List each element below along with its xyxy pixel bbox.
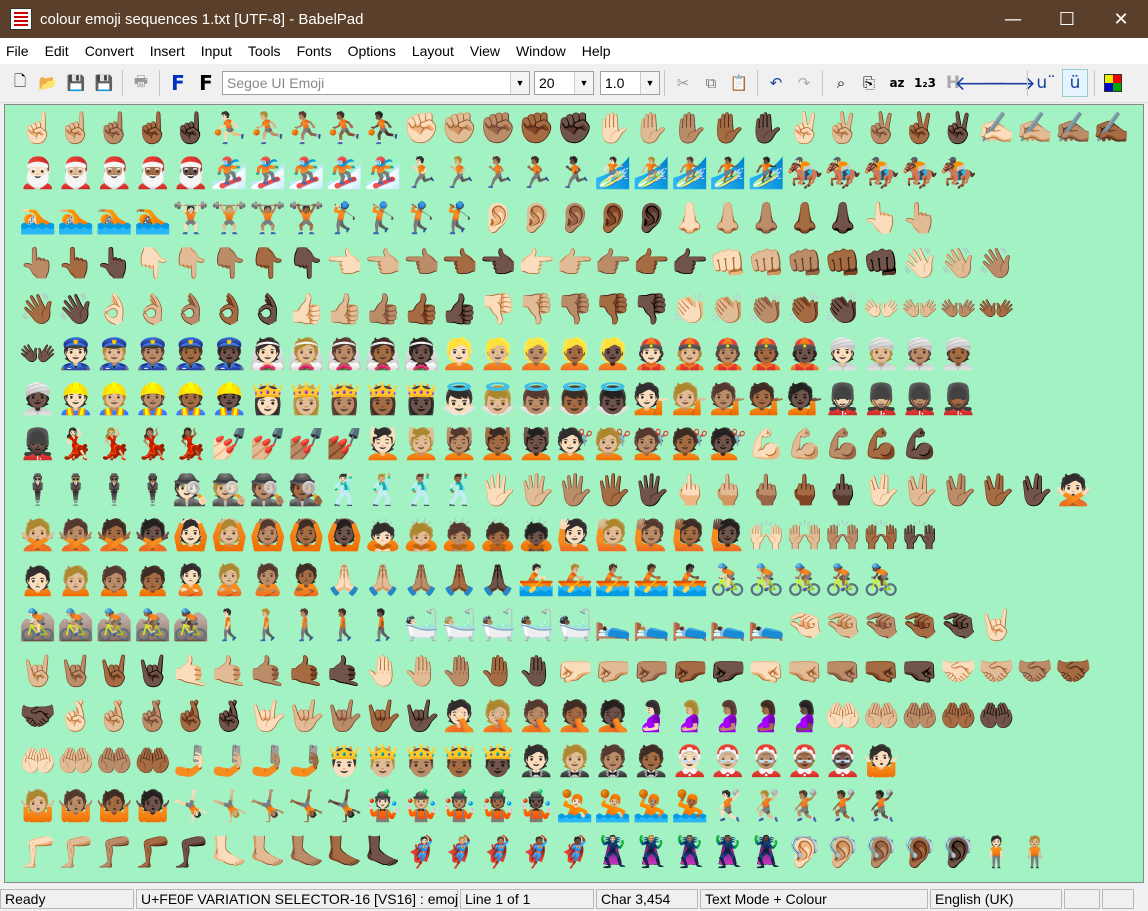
text-line: 🏊🏻🏊🏼🏊🏽🏊🏾🏋🏻🏋🏼🏋🏽🏋🏾🏌🏻🏌🏼🏌🏽🏌🏾👂🏻👂🏼👂🏽👂🏾👂🏿👃🏻👃🏼👃🏽… [19, 201, 940, 236]
status-text-mode: Text Mode + Colour [700, 889, 928, 909]
toolbar-separator [757, 70, 758, 96]
toolbar: 🗋 📂 💾 💾 🖶 F F Segoe UI Emoji ▼ 20 ▼ 1.0 … [0, 64, 1148, 103]
precomposed-u-umlaut-button[interactable]: ü [1062, 69, 1088, 97]
menu-file[interactable]: File [0, 43, 35, 59]
colour-mode-icon[interactable] [1101, 70, 1125, 96]
text-line: 👐🏿👮🏻👮🏼👮🏽👮🏾👮🏿👰🏻👰🏼👰🏽👰🏾👰🏿👱🏻👱🏼👱🏽👱🏾👱🏿👲🏻👲🏼👲🏽👲🏾… [19, 337, 978, 372]
status-line-number: Line 1 of 1 [460, 889, 594, 909]
new-file-icon[interactable]: 🗋 [8, 70, 32, 96]
babelpad-app-icon[interactable] [10, 8, 32, 30]
save-all-icon[interactable]: 💾 [92, 70, 116, 96]
window-title: colour emoji sequences 1.txt [UTF-8] - B… [40, 10, 364, 28]
combining-diaeresis-button[interactable]: u¨ [1034, 70, 1058, 96]
text-line: 🙅🏼🙅🏽🙅🏾🙅🏿🙆🏻🙆🏼🙆🏽🙆🏾🙆🏿🙇🏻🙇🏼🙇🏽🙇🏾🙇🏿🙋🏻🙋🏼🙋🏽🙋🏾🙋🏿🙌🏻… [19, 518, 940, 553]
open-folder-icon[interactable]: 📂 [36, 70, 60, 96]
menu-view[interactable]: View [464, 43, 506, 59]
font-name-select[interactable]: Segoe UI Emoji ▼ [222, 71, 530, 95]
chevron-down-icon[interactable]: ▼ [510, 72, 529, 94]
toolbar-separator [1094, 70, 1095, 96]
arrow-right-icon[interactable]: 🡒 [982, 70, 1036, 96]
title-bar: colour emoji sequences 1.txt [UTF-8] - B… [0, 0, 1148, 38]
status-extra-panel [1064, 889, 1100, 909]
status-extra-panel [1102, 889, 1134, 909]
save-icon[interactable]: 💾 [64, 70, 88, 96]
menu-input[interactable]: Input [195, 43, 238, 59]
text-line: 🙍🏻🙍🏼🙍🏽🙍🏾🙎🏻🙎🏼🙎🏽🙎🏾🙏🏻🙏🏼🙏🏽🙏🏾🙏🏿🚣🏻🚣🏼🚣🏽🚣🏾🚣🏿🚴🏻🚴🏼… [19, 563, 902, 598]
text-line: 👳🏿👷🏻👷🏼👷🏽👷🏾👷🏿👸🏻👸🏼👸🏽👸🏾👸🏿👼🏻👼🏼👼🏽👼🏾👼🏿💁🏻💁🏼💁🏽💁🏾… [19, 382, 978, 417]
text-editor-area[interactable]: ☝🏻☝🏼☝🏽☝🏾☝🏿⛹🏻⛹🏼⛹🏽⛹🏾⛹🏿✊🏻✊🏼✊🏽✊🏾✊🏿✋🏻✋🏼✋🏽✋🏾✋🏿… [4, 104, 1144, 883]
line-spacing-select[interactable]: 1.0 ▼ [600, 71, 660, 95]
status-char-position: Char 3,454 [596, 889, 698, 909]
undo-icon[interactable]: ↶ [764, 70, 788, 96]
toolbar-separator [122, 70, 123, 96]
menu-layout[interactable]: Layout [406, 43, 460, 59]
minimize-button[interactable]: — [986, 0, 1040, 38]
find-binoculars-icon[interactable]: ⌕ [829, 70, 853, 96]
toolbar-separator [822, 70, 823, 96]
chevron-down-icon[interactable]: ▼ [640, 72, 659, 94]
paste-icon[interactable]: 📋 [727, 70, 751, 96]
toolbar-separator [1027, 70, 1028, 96]
text-line: 🦵🏻🦵🏼🦵🏽🦵🏾🦵🏿🦶🏻🦶🏼🦶🏽🦶🏾🦶🏿🦸🏻🦸🏼🦸🏽🦸🏾🦸🏿🦹🏻🦹🏼🦹🏽🦹🏾🦹🏿… [19, 835, 1055, 870]
menu-insert[interactable]: Insert [144, 43, 191, 59]
text-line: 🤲🏻🤲🏼🤲🏽🤲🏾🤳🏻🤳🏼🤳🏽🤳🏾🤴🏻🤴🏼🤴🏽🤴🏾🤴🏿🤵🏻🤵🏼🤵🏽🤵🏾🤶🏻🤶🏼🤶🏽… [19, 744, 902, 779]
text-line: 💂🏿💃🏻💃🏼💃🏽💃🏾💅🏻💅🏼💅🏽💅🏾💆🏻💆🏼💆🏽💆🏾💆🏿💇🏻💇🏼💇🏽💇🏾💇🏿💪🏻… [19, 427, 940, 462]
text-line: 🎅🏻🎅🏼🎅🏽🎅🏾🎅🏿🏂🏻🏂🏼🏂🏽🏂🏾🏂🏿🏃🏻🏃🏼🏃🏽🏃🏾🏃🏿🏄🏻🏄🏼🏄🏽🏄🏾🏄🏿… [19, 156, 978, 191]
cut-icon[interactable]: ✂ [671, 70, 695, 96]
menu-options[interactable]: Options [342, 43, 402, 59]
menu-fonts[interactable]: Fonts [291, 43, 338, 59]
print-icon[interactable]: 🖶 [129, 70, 153, 96]
font-size-value: 20 [539, 75, 555, 91]
toolbar-separator [159, 70, 160, 96]
status-bar: Ready U+FE0F VARIATION SELECTOR-16 [VS16… [0, 887, 1148, 911]
menu-edit[interactable]: Edit [39, 43, 75, 59]
status-ready: Ready [0, 889, 134, 909]
close-button[interactable]: ✕ [1094, 0, 1148, 38]
text-line: 🤘🏼🤘🏽🤘🏾🤘🏿🤙🏻🤙🏼🤙🏽🤙🏾🤙🏿🤚🏻🤚🏼🤚🏽🤚🏾🤚🏿🤛🏻🤛🏼🤛🏽🤛🏾🤛🏿🤜🏻… [19, 654, 1093, 689]
text-line: 🕴🏻🕴🏼🕴🏽🕴🏾🕵🏻🕵🏼🕵🏽🕵🏾🕺🏻🕺🏼🕺🏽🕺🏾🖐🏻🖐🏼🖐🏽🖐🏾🖐🏿🖕🏻🖕🏼🖕🏽… [19, 473, 1093, 508]
text-line: ☝🏻☝🏼☝🏽☝🏾☝🏿⛹🏻⛹🏼⛹🏽⛹🏾⛹🏿✊🏻✊🏼✊🏽✊🏾✊🏿✋🏻✋🏼✋🏽✋🏾✋🏿… [19, 111, 1129, 146]
menu-bar: File Edit Convert Insert Input Tools Fon… [0, 38, 1148, 64]
text-line: 🚵🏻🚵🏼🚵🏽🚵🏾🚵🏿🚶🏻🚶🏼🚶🏽🚶🏾🚶🏿🛀🏻🛀🏼🛀🏽🛀🏾🛀🏿🛌🏻🛌🏼🛌🏽🛌🏾🛌🏿… [19, 608, 1017, 643]
font-size-select[interactable]: 20 ▼ [534, 71, 594, 95]
toolbar-separator [664, 70, 665, 96]
line-spacing-value: 1.0 [605, 75, 625, 91]
text-line: 👆🏽👆🏾👆🏿👇🏻👇🏼👇🏽👇🏾👇🏿👈🏻👈🏼👈🏽👈🏾👈🏿👉🏻👉🏼👉🏽👉🏾👉🏿👊🏻👊🏼… [19, 246, 1017, 281]
sort-az-button[interactable]: az [885, 70, 909, 96]
font-name-value: Segoe UI Emoji [227, 75, 325, 91]
window-controls: — ☐ ✕ [986, 0, 1148, 38]
text-line: 👋🏾👋🏿👌🏻👌🏼👌🏽👌🏾👌🏿👍🏻👍🏼👍🏽👍🏾👍🏿👎🏻👎🏼👎🏽👎🏾👎🏿👏🏻👏🏼👏🏽… [19, 292, 1017, 327]
menu-tools[interactable]: Tools [242, 43, 287, 59]
number-convert-button[interactable]: 1₂3 [913, 70, 937, 96]
status-language: English (UK) [930, 889, 1062, 909]
font-button-bold[interactable]: F [166, 70, 190, 96]
status-character-name: U+FE0F VARIATION SELECTOR-16 [VS16] : em… [136, 889, 458, 909]
text-line: 🤷🏼🤷🏽🤷🏾🤷🏿🤸🏻🤸🏼🤸🏽🤸🏾🤸🏿🤹🏻🤹🏼🤹🏽🤹🏾🤹🏿🤽🏻🤽🏼🤽🏽🤽🏾🤾🏻🤾🏼… [19, 789, 902, 824]
copy-icon[interactable]: ⧉ [699, 70, 723, 96]
find-replace-icon[interactable]: ⎘ [857, 70, 881, 96]
menu-window[interactable]: Window [510, 43, 572, 59]
font-button[interactable]: F [194, 70, 218, 96]
text-line: 🤝🏿🤞🏻🤞🏼🤞🏽🤞🏾🤞🏿🤟🏻🤟🏼🤟🏽🤟🏾🤟🏿🤦🏻🤦🏼🤦🏽🤦🏾🤦🏿🤰🏻🤰🏼🤰🏽🤰🏾… [19, 699, 1017, 734]
chevron-down-icon[interactable]: ▼ [574, 72, 593, 94]
maximize-button[interactable]: ☐ [1040, 0, 1094, 38]
menu-convert[interactable]: Convert [79, 43, 140, 59]
redo-icon[interactable]: ↷ [792, 70, 816, 96]
menu-help[interactable]: Help [576, 43, 617, 59]
